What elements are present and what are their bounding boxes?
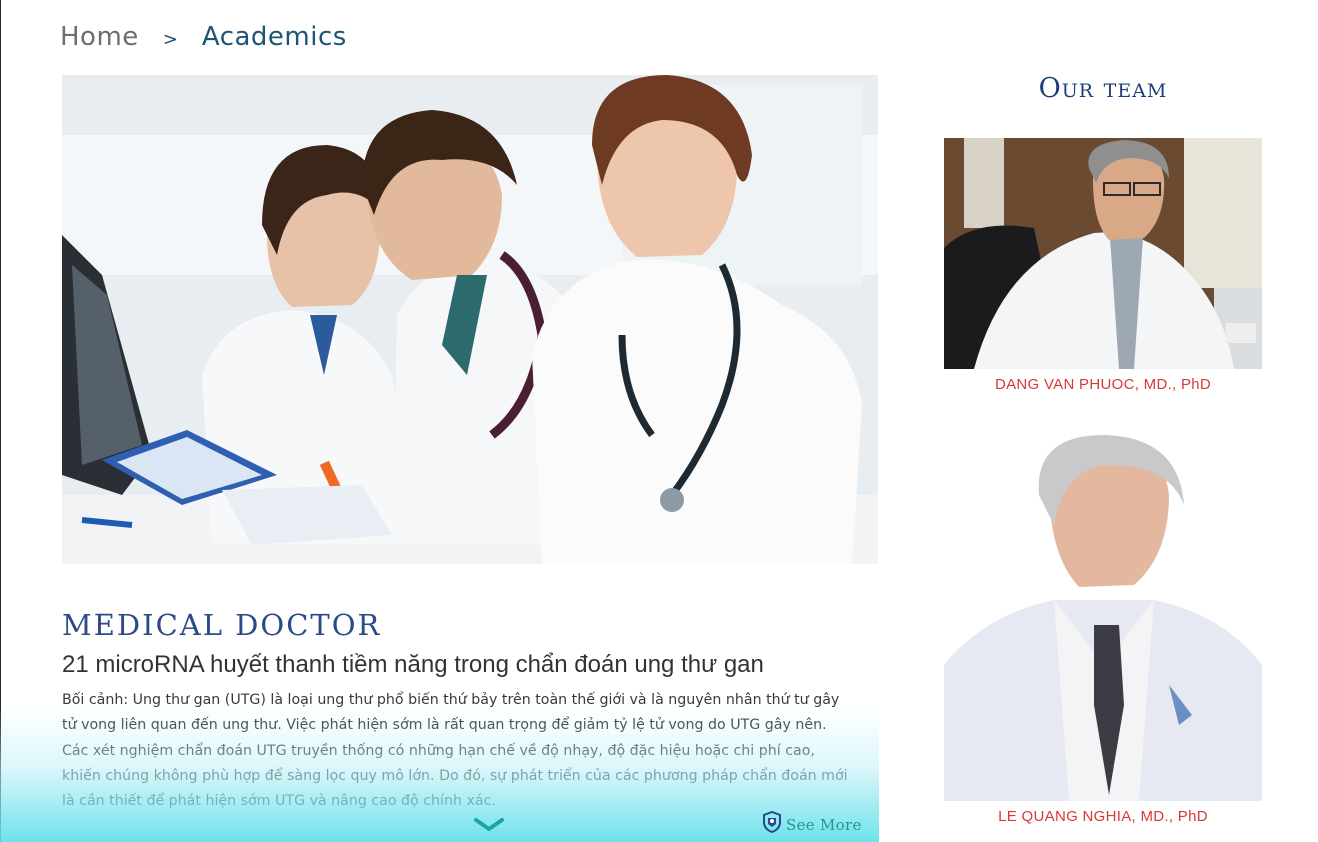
logo-shield-icon xyxy=(762,810,782,838)
page-left-border xyxy=(0,0,1,842)
article-category: MEDICAL DOCTOR xyxy=(62,608,382,642)
breadcrumb-home-link[interactable]: Home xyxy=(60,22,139,52)
team-member-photo[interactable] xyxy=(944,138,1262,369)
hero-photo-illustration xyxy=(62,75,878,564)
team-section-title: Our team xyxy=(1038,73,1168,104)
team-member-name[interactable]: DANG VAN PHUOC, MD., PhD xyxy=(944,376,1262,393)
article-title[interactable]: 21 microRNA huyết thanh tiềm năng trong … xyxy=(62,651,764,679)
see-more-label: See More xyxy=(786,815,862,834)
breadcrumb: Home > Academics xyxy=(60,22,347,56)
breadcrumb-separator: > xyxy=(162,29,178,50)
article-excerpt: Bối cảnh: Ung thư gan (UTG) là loại ung … xyxy=(62,692,848,810)
chevron-down-icon[interactable] xyxy=(473,816,505,834)
see-more-button[interactable]: See More xyxy=(762,810,862,838)
team-member-photo[interactable] xyxy=(944,425,1262,801)
team-member-name[interactable]: LE QUANG NGHIA, MD., PhD xyxy=(944,808,1262,825)
hero-image xyxy=(62,75,878,564)
breadcrumb-current: Academics xyxy=(201,22,347,52)
